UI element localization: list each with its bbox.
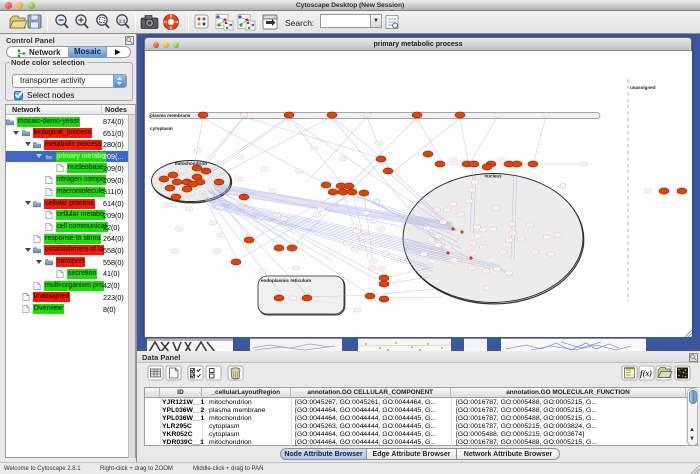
svg-text:endoplasmic reticulum: endoplasmic reticulum [261, 278, 311, 283]
svg-text:nucleus: nucleus [484, 174, 502, 179]
svg-text:plasma membrane: plasma membrane [150, 113, 191, 118]
svg-text:cytoplasm: cytoplasm [150, 126, 173, 131]
svg-text:f(x): f(x) [640, 369, 652, 378]
svg-text:unassigned: unassigned [630, 85, 656, 90]
svg-text:1:1: 1:1 [119, 19, 126, 24]
svg-text:mitochondrion: mitochondrion [175, 161, 207, 166]
